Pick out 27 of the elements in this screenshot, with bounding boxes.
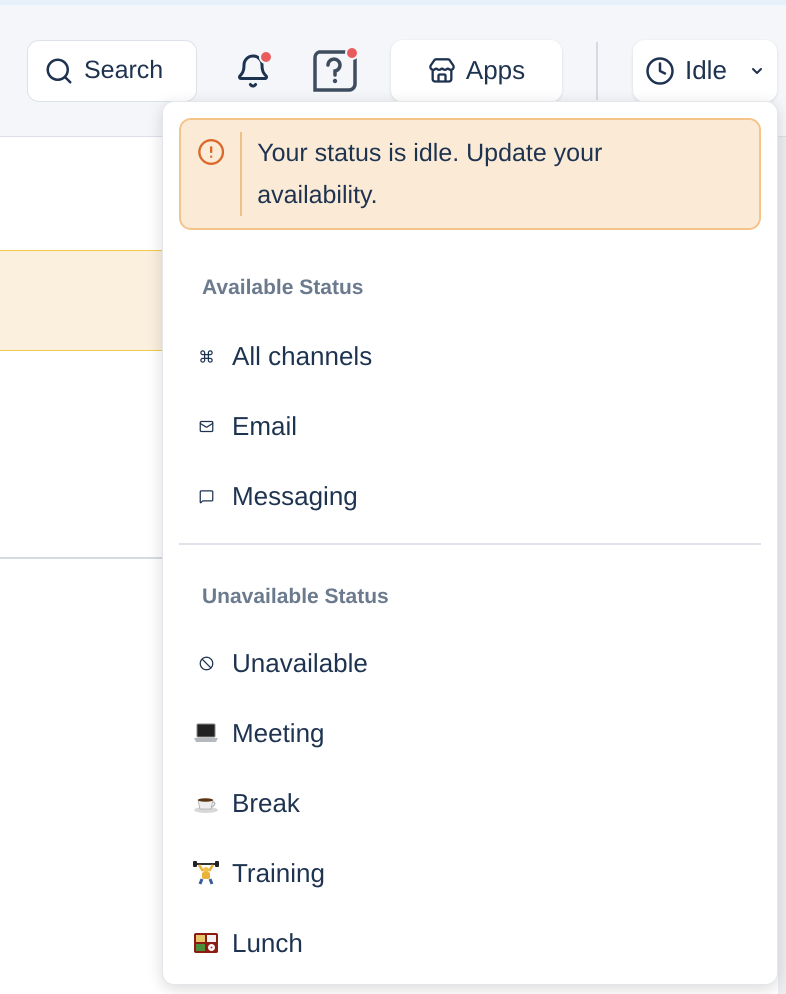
section-heading: Available Status <box>201 275 364 301</box>
store-icon <box>428 56 456 84</box>
status-option[interactable]: Messaging <box>179 462 761 532</box>
clock-icon <box>645 56 675 86</box>
chat-bubble-icon <box>198 489 214 504</box>
help-icon <box>311 48 357 94</box>
weightlifter-icon <box>193 861 219 885</box>
command-icon <box>198 349 214 364</box>
status-option[interactable]: Break <box>179 768 761 838</box>
prohibited-icon <box>198 656 214 670</box>
status-option[interactable]: Training <box>179 838 761 908</box>
bell-icon <box>235 52 271 88</box>
status-option[interactable]: Email <box>179 392 761 462</box>
status-option[interactable]: Unavailable <box>179 628 761 698</box>
apps-button[interactable]: Apps <box>391 40 562 102</box>
search-icon <box>44 56 74 86</box>
status-dropdown[interactable]: Idle <box>633 40 777 102</box>
section-heading: Unavailable Status <box>201 584 390 610</box>
bento-box-icon <box>193 932 219 954</box>
alert-message: Your status is idle. Update your availability. <box>257 138 604 211</box>
status-option[interactable]: All channels <box>179 322 761 392</box>
laptop-icon <box>193 722 219 744</box>
alert-icon <box>197 137 226 167</box>
envelope-icon <box>198 419 214 434</box>
search-button[interactable]: Search <box>27 40 197 102</box>
status-option[interactable]: Meeting <box>179 698 761 768</box>
status-option[interactable]: Lunch <box>179 908 761 978</box>
